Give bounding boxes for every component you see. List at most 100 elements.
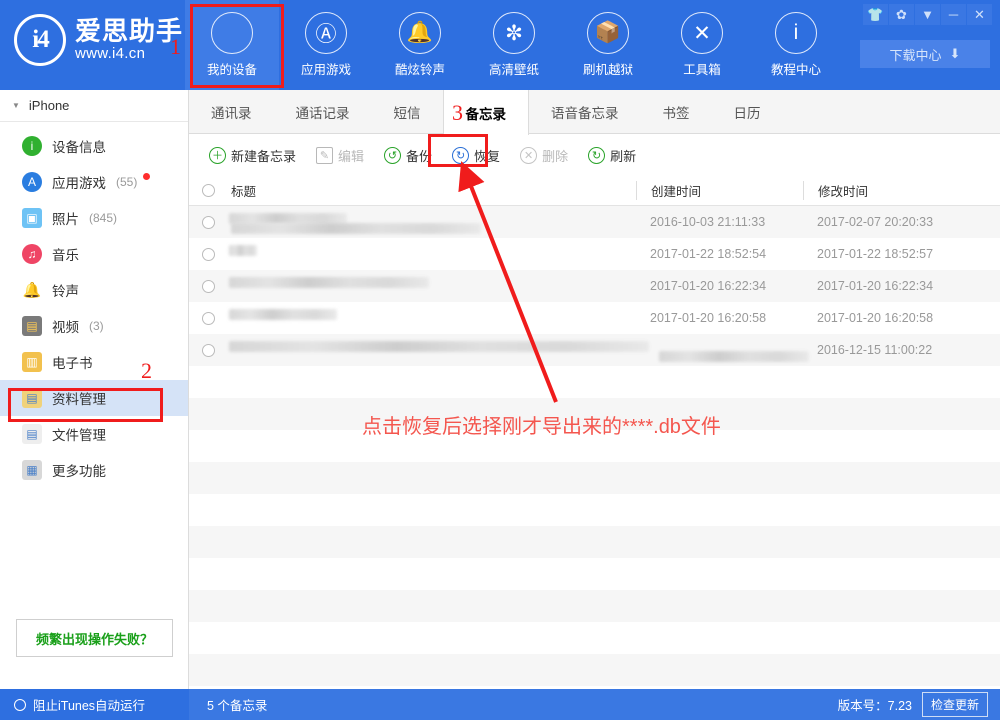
sidebar-item-0[interactable]: i设备信息 bbox=[0, 128, 188, 164]
sidebar-item-7[interactable]: ▤资料管理 bbox=[0, 380, 188, 416]
tab-0[interactable]: 通讯录 bbox=[189, 90, 274, 134]
row-select-radio[interactable] bbox=[189, 248, 227, 261]
status-bar: 阻止iTunes自动运行 5 个备忘录 版本号：7.23 检查更新 bbox=[0, 689, 1000, 720]
column-header-title[interactable]: 标题 bbox=[227, 181, 636, 200]
device-name: iPhone bbox=[29, 98, 69, 113]
sidebar-item-8[interactable]: ▤文件管理 bbox=[0, 416, 188, 452]
nav-item-2[interactable]: 🔔酷炫铃声 bbox=[373, 0, 467, 90]
table-row[interactable]: 2017-01-20 16:22:342017-01-20 16:22:34 bbox=[189, 270, 1000, 302]
nav-item-1[interactable]: Ⓐ应用游戏 bbox=[279, 0, 373, 90]
settings-gear-icon[interactable]: ✿ bbox=[889, 4, 914, 25]
toolbar-button-0[interactable]: ＋新建备忘录 bbox=[201, 142, 304, 169]
tab-1[interactable]: 通话记录 bbox=[274, 90, 372, 134]
row-modified-time: 2016-12-15 11:00:22 bbox=[803, 343, 993, 357]
sidebar-item-count: (845) bbox=[89, 211, 117, 225]
row-title-redacted bbox=[227, 302, 636, 334]
nav-item-label: 酷炫铃声 bbox=[395, 59, 445, 78]
nav-item-6[interactable]: i教程中心 bbox=[749, 0, 843, 90]
table-row[interactable]: 2017-01-20 16:20:582017-01-20 16:20:58 bbox=[189, 302, 1000, 334]
redaction-block bbox=[231, 223, 481, 234]
toolbar-button-label: 删除 bbox=[542, 146, 568, 165]
toolbar-button-label: 编辑 bbox=[338, 146, 364, 165]
sidebar-item-label: 音乐 bbox=[52, 244, 79, 264]
table-row[interactable]: 2016-12-15 11:00:22 bbox=[189, 334, 1000, 366]
tab-2[interactable]: 短信 bbox=[372, 90, 443, 134]
row-select-radio[interactable] bbox=[189, 344, 227, 357]
toolbar-button-label: 备份 bbox=[406, 146, 432, 165]
close-icon[interactable]: ✕ bbox=[967, 4, 992, 25]
radio-icon bbox=[202, 280, 215, 293]
sidebar-item-count: (3) bbox=[89, 319, 104, 333]
row-select-radio[interactable] bbox=[189, 280, 227, 293]
sidebar-item-label: 铃声 bbox=[52, 280, 79, 300]
video-film-icon: ▤ bbox=[22, 316, 42, 336]
row-created-time: 2016-10-03 21:11:33 bbox=[636, 215, 803, 229]
toolbar-button-1: ✎ 编辑 bbox=[308, 142, 372, 169]
toolbar-button-4: ✕删除 bbox=[512, 142, 576, 169]
sidebar-item-2[interactable]: ▣照片(845) bbox=[0, 200, 188, 236]
book-icon: ▥ bbox=[22, 352, 42, 372]
notification-badge-icon bbox=[143, 173, 150, 180]
sidebar-item-4[interactable]: 🔔铃声 bbox=[0, 272, 188, 308]
info-icon: i bbox=[775, 12, 817, 54]
tab-label: 短信 bbox=[394, 102, 421, 122]
redaction-block bbox=[229, 277, 429, 288]
device-header[interactable]: ▼ iPhone bbox=[0, 90, 188, 122]
menu-dropdown-icon[interactable]: ▼ bbox=[915, 4, 940, 25]
nav-item-5[interactable]: ✕工具箱 bbox=[655, 0, 749, 90]
column-header-modified[interactable]: 修改时间 bbox=[803, 181, 993, 200]
sidebar-item-9[interactable]: ▦更多功能 bbox=[0, 452, 188, 488]
edit-pencil-icon: ✎ bbox=[316, 147, 333, 164]
toolbar-button-2[interactable]: ↺备份 bbox=[376, 142, 440, 169]
box-icon: 📦 bbox=[587, 12, 629, 54]
toolbar-button-label: 刷新 bbox=[610, 146, 636, 165]
nav-item-label: 高清壁纸 bbox=[489, 59, 539, 78]
tab-4[interactable]: 语音备忘录 bbox=[529, 90, 641, 134]
itunes-toggle[interactable]: 阻止iTunes自动运行 bbox=[0, 695, 189, 714]
nav-item-3[interactable]: ✼高清壁纸 bbox=[467, 0, 561, 90]
tab-5[interactable]: 书签 bbox=[641, 90, 712, 134]
tab-3[interactable]: 备忘录 bbox=[443, 90, 530, 135]
nav-item-0[interactable]: 我的设备 bbox=[185, 0, 279, 90]
app-logo[interactable]: i4 爱思助手 www.i4.cn bbox=[14, 14, 183, 66]
help-button[interactable]: 频繁出现操作失败？ bbox=[16, 619, 173, 657]
table-row[interactable]: 2017-01-22 18:52:542017-01-22 18:52:57 bbox=[189, 238, 1000, 270]
toggle-circle-icon bbox=[14, 699, 26, 711]
logo-mark-icon: i4 bbox=[14, 14, 66, 66]
check-update-button[interactable]: 检查更新 bbox=[922, 692, 988, 717]
download-center-button[interactable]: 下载中心 ⬇ bbox=[860, 40, 990, 68]
table-row-empty bbox=[189, 590, 1000, 622]
table-row[interactable]: 2016-10-03 21:11:332017-02-07 20:20:33 bbox=[189, 206, 1000, 238]
toolbar-button-label: 恢复 bbox=[474, 146, 500, 165]
logo-title: 爱思助手 bbox=[75, 18, 183, 45]
tab-bar: 通讯录 通话记录 短信 备忘录语音备忘录书签日历 bbox=[189, 90, 1000, 134]
minimize-icon[interactable]: － bbox=[941, 4, 966, 25]
tab-6[interactable]: 日历 bbox=[712, 90, 783, 134]
sidebar-item-1[interactable]: A应用游戏(55) bbox=[0, 164, 188, 200]
table-row-empty bbox=[189, 462, 1000, 494]
column-header-created[interactable]: 创建时间 bbox=[636, 181, 803, 200]
row-select-radio[interactable] bbox=[189, 312, 227, 325]
nav-item-4[interactable]: 📦刷机越狱 bbox=[561, 0, 655, 90]
row-select-radio[interactable] bbox=[189, 216, 227, 229]
table-row-empty bbox=[189, 558, 1000, 590]
nav-item-label: 工具箱 bbox=[683, 59, 721, 78]
redaction-block bbox=[229, 245, 257, 256]
sidebar-item-6[interactable]: ▥电子书 bbox=[0, 344, 188, 380]
skin-icon[interactable]: 👕 bbox=[863, 4, 888, 25]
sidebar-item-3[interactable]: ♫音乐 bbox=[0, 236, 188, 272]
toolbar-button-5[interactable]: ↻刷新 bbox=[580, 142, 644, 169]
sidebar-item-label: 更多功能 bbox=[52, 460, 106, 480]
row-modified-time: 2017-01-22 18:52:57 bbox=[803, 247, 993, 261]
toolbar-button-3[interactable]: ↻恢复 bbox=[444, 142, 508, 169]
sidebar-item-label: 应用游戏 bbox=[52, 172, 106, 192]
sidebar-item-count: (55) bbox=[116, 175, 137, 189]
select-all-radio[interactable] bbox=[189, 184, 227, 197]
plus-circle-icon: ＋ bbox=[209, 147, 226, 164]
sidebar-item-5[interactable]: ▤视频(3) bbox=[0, 308, 188, 344]
tab-label: 通话记录 bbox=[296, 102, 350, 122]
status-count: 5 个备忘录 bbox=[189, 689, 838, 720]
sidebar-item-label: 文件管理 bbox=[52, 424, 106, 444]
row-created-time: 2017-01-20 16:22:34 bbox=[636, 279, 803, 293]
radio-icon bbox=[202, 248, 215, 261]
